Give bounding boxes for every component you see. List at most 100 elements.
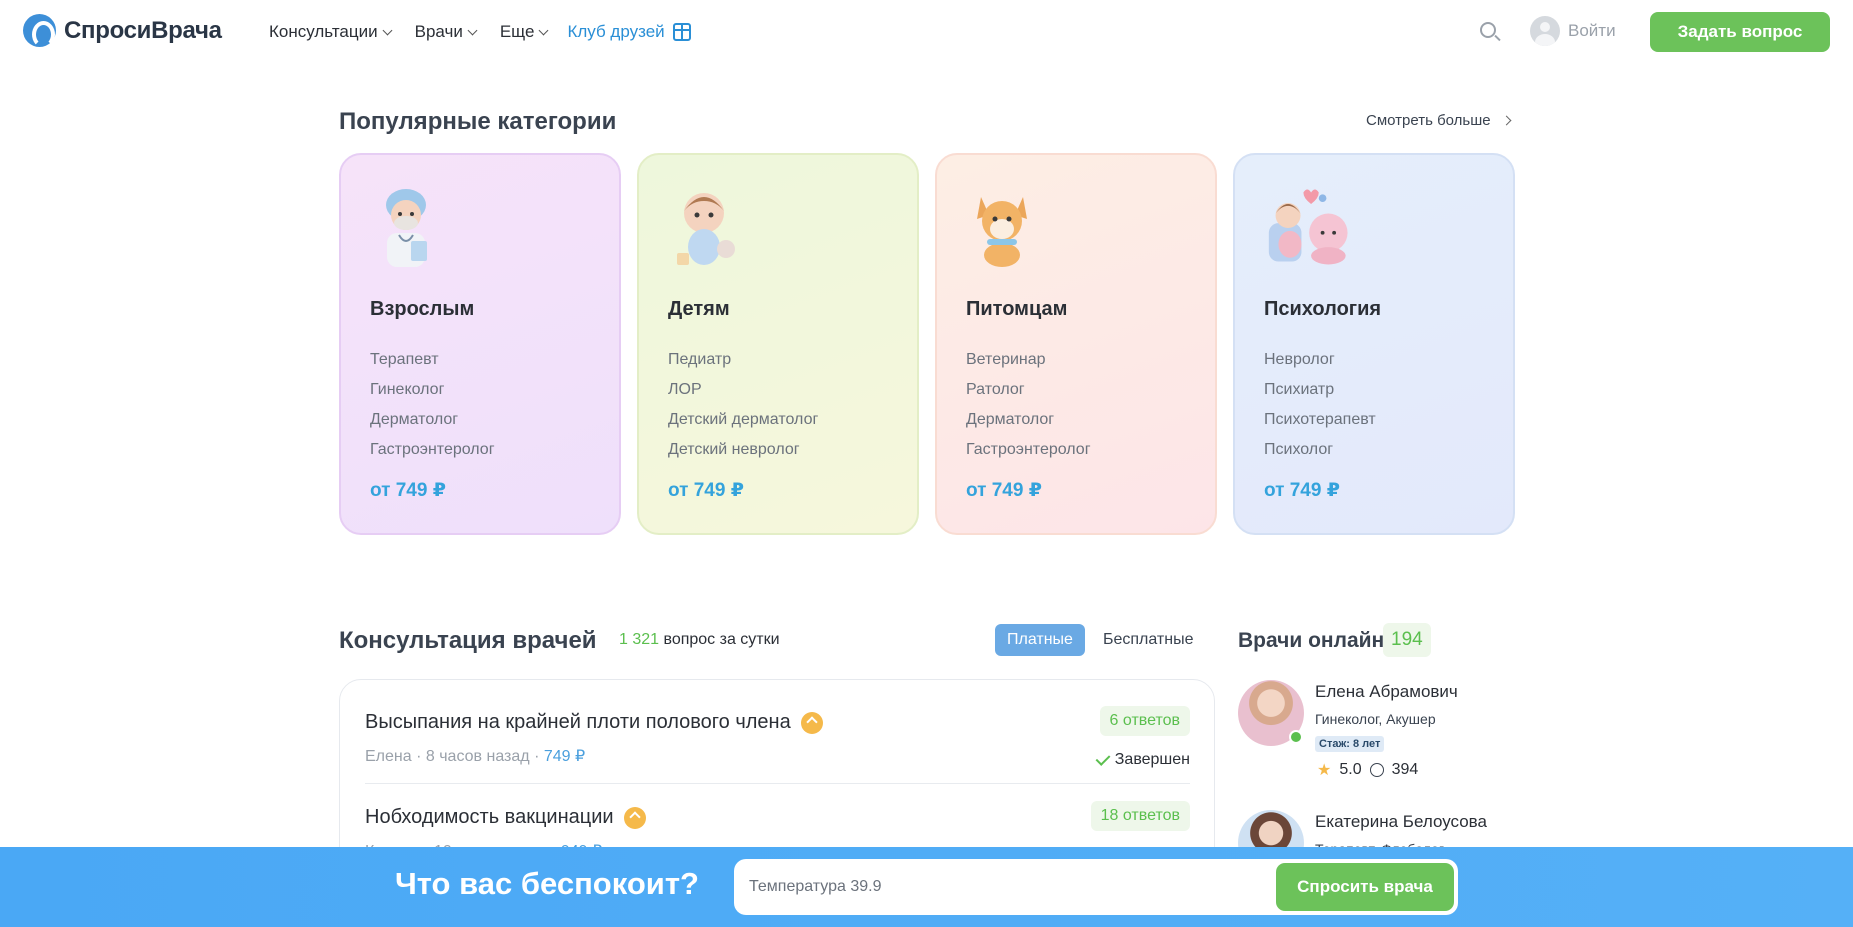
ask-bar: Что вас беспокоит? Спросить врача: [0, 847, 1853, 927]
dog-mascot-icon: [977, 197, 1027, 267]
question-title-text: Нобходимость вакцинации: [365, 806, 614, 828]
category-item[interactable]: Психиатр: [1264, 375, 1376, 405]
see-more-link[interactable]: Смотреть больше: [1366, 112, 1512, 129]
category-item[interactable]: Гинеколог: [370, 375, 495, 405]
category-price: от 749 ₽: [966, 480, 1042, 501]
category-item[interactable]: Гастроэнтеролог: [966, 435, 1091, 465]
psychology-mascot-icon: [1268, 189, 1348, 265]
category-card-psychology[interactable]: Психология Невролог Психиатр Психотерапе…: [1233, 153, 1515, 535]
doctor-rating: 5.0: [1339, 761, 1362, 778]
ask-doctor-button[interactable]: Спросить врача: [1276, 863, 1454, 911]
star-icon: ★: [1317, 762, 1332, 779]
avatar: [1530, 16, 1560, 46]
consultations-title: Консультация врачей: [339, 627, 597, 654]
nav-label: Врачи: [414, 22, 463, 41]
categories-title: Популярные категории: [339, 108, 617, 135]
answers-badge: 6 ответов: [1099, 706, 1190, 736]
category-price: от 749 ₽: [370, 480, 446, 501]
category-list: Невролог Психиатр Психотерапевт Психолог: [1264, 345, 1376, 465]
answers-badge: 18 ответов: [1090, 801, 1190, 831]
category-item[interactable]: ЛОР: [668, 375, 818, 405]
promoted-icon: [623, 806, 646, 829]
tab-free[interactable]: Бесплатные: [1091, 624, 1206, 656]
ask-form: Спросить врача: [734, 859, 1458, 915]
questions-count-label: вопрос за сутки: [663, 631, 780, 648]
logo-text: СпросиВрача: [64, 16, 222, 44]
category-item[interactable]: Ветеринар: [966, 345, 1091, 375]
category-item[interactable]: Дерматолог: [966, 405, 1091, 435]
category-price: от 749 ₽: [668, 480, 744, 501]
doctor-mascot-icon: [386, 189, 427, 267]
category-card-pets[interactable]: Питомцам Ветеринар Ратолог Дерматолог Га…: [935, 153, 1217, 535]
category-title: Взрослым: [370, 298, 475, 320]
doctors-online-count: 194: [1383, 623, 1431, 657]
category-list: Терапевт Гинеколог Дерматолог Гастроэнте…: [370, 345, 495, 465]
chat-icon: [1369, 763, 1384, 777]
ask-bar-title: Что вас беспокоит?: [395, 866, 699, 901]
questions-count-number: 1 321: [619, 631, 660, 648]
logo-icon: [23, 14, 56, 48]
see-more-label: Смотреть больше: [1366, 112, 1491, 129]
ask-question-button[interactable]: Задать вопрос: [1650, 12, 1830, 52]
header: СпросиВрача Консультации Врачи Еще Клуб …: [0, 0, 1853, 64]
divider: [365, 783, 1190, 784]
category-title: Питомцам: [966, 298, 1068, 320]
question-time: 8 часов назад: [425, 748, 530, 765]
chevron-down-icon: [538, 25, 549, 35]
nav-friends-club[interactable]: Клуб друзей: [567, 22, 691, 42]
question-price: 749 ₽: [543, 748, 586, 765]
nav-doctors[interactable]: Врачи: [414, 22, 478, 42]
question-title-text: Высыпания на крайней плоти полового член…: [365, 711, 791, 733]
questions-count: 1 321 вопрос за сутки: [619, 631, 780, 649]
category-title: Психология: [1264, 298, 1382, 320]
consultation-tabs: Платные Бесплатные: [995, 624, 1205, 656]
question-meta: Елена · 8 часов назад · 749 ₽: [365, 748, 586, 765]
category-item[interactable]: Ратолог: [966, 375, 1091, 405]
status-label: Завершен: [1114, 751, 1190, 768]
nav-more[interactable]: Еще: [499, 22, 549, 42]
nav-label: Консультации: [269, 22, 378, 41]
search-icon[interactable]: [1480, 22, 1496, 38]
category-card-adults[interactable]: Взрослым Терапевт Гинеколог Дерматолог Г…: [339, 153, 621, 535]
doctor-specialty: Гинеколог, Акушер: [1315, 711, 1436, 727]
category-title: Детям: [668, 298, 730, 320]
login-button[interactable]: Войти: [1530, 16, 1616, 46]
doctor-name[interactable]: Екатерина Белоусова: [1315, 812, 1487, 832]
experience-badge: Стаж: 8 лет: [1315, 736, 1385, 752]
category-item[interactable]: Психолог: [1264, 435, 1376, 465]
nav-label: Еще: [499, 22, 535, 41]
category-item[interactable]: Невролог: [1264, 345, 1376, 375]
main-nav: Консультации Врачи Еще Клуб друзей: [269, 22, 691, 42]
nav-consultations[interactable]: Консультации: [269, 22, 393, 42]
category-list: Ветеринар Ратолог Дерматолог Гастроэнтер…: [966, 345, 1091, 465]
login-label: Войти: [1568, 21, 1616, 40]
tab-paid[interactable]: Платные: [995, 624, 1085, 656]
category-item[interactable]: Дерматолог: [370, 405, 495, 435]
category-list: Педиатр ЛОР Детский дерматолог Детский н…: [668, 345, 818, 465]
doctor-name[interactable]: Елена Абрамович: [1315, 682, 1458, 702]
list-item[interactable]: Высыпания на крайней плоти полового член…: [365, 706, 1190, 769]
logo[interactable]: СпросиВрача: [23, 14, 222, 48]
gift-icon: [672, 23, 691, 41]
category-item[interactable]: Терапевт: [370, 345, 495, 375]
category-card-kids[interactable]: Детям Педиатр ЛОР Детский дерматолог Дет…: [637, 153, 919, 535]
category-item[interactable]: Детский дерматолог: [668, 405, 818, 435]
doctor-stats: ★ 5.0 394: [1317, 760, 1418, 780]
doctor-reviews: 394: [1391, 761, 1419, 778]
question-author: Елена: [365, 748, 412, 765]
category-price: от 749 ₽: [1264, 480, 1340, 501]
doctors-online-title: Врачи онлайн: [1238, 629, 1385, 652]
category-item[interactable]: Педиатр: [668, 345, 818, 375]
question-title[interactable]: Нобходимость вакцинации: [365, 806, 1190, 829]
category-item[interactable]: Гастроэнтеролог: [370, 435, 495, 465]
nav-label: Клуб друзей: [567, 22, 665, 41]
chevron-down-icon: [467, 25, 478, 35]
category-item[interactable]: Психотерапевт: [1264, 405, 1376, 435]
online-status-icon: [1289, 730, 1303, 744]
symptom-input[interactable]: [734, 859, 1274, 915]
question-title[interactable]: Высыпания на крайней плоти полового член…: [365, 711, 1190, 734]
promoted-icon: [800, 711, 823, 734]
chevron-down-icon: [382, 25, 393, 35]
status-badge: Завершен: [1095, 750, 1190, 769]
category-item[interactable]: Детский невролог: [668, 435, 818, 465]
